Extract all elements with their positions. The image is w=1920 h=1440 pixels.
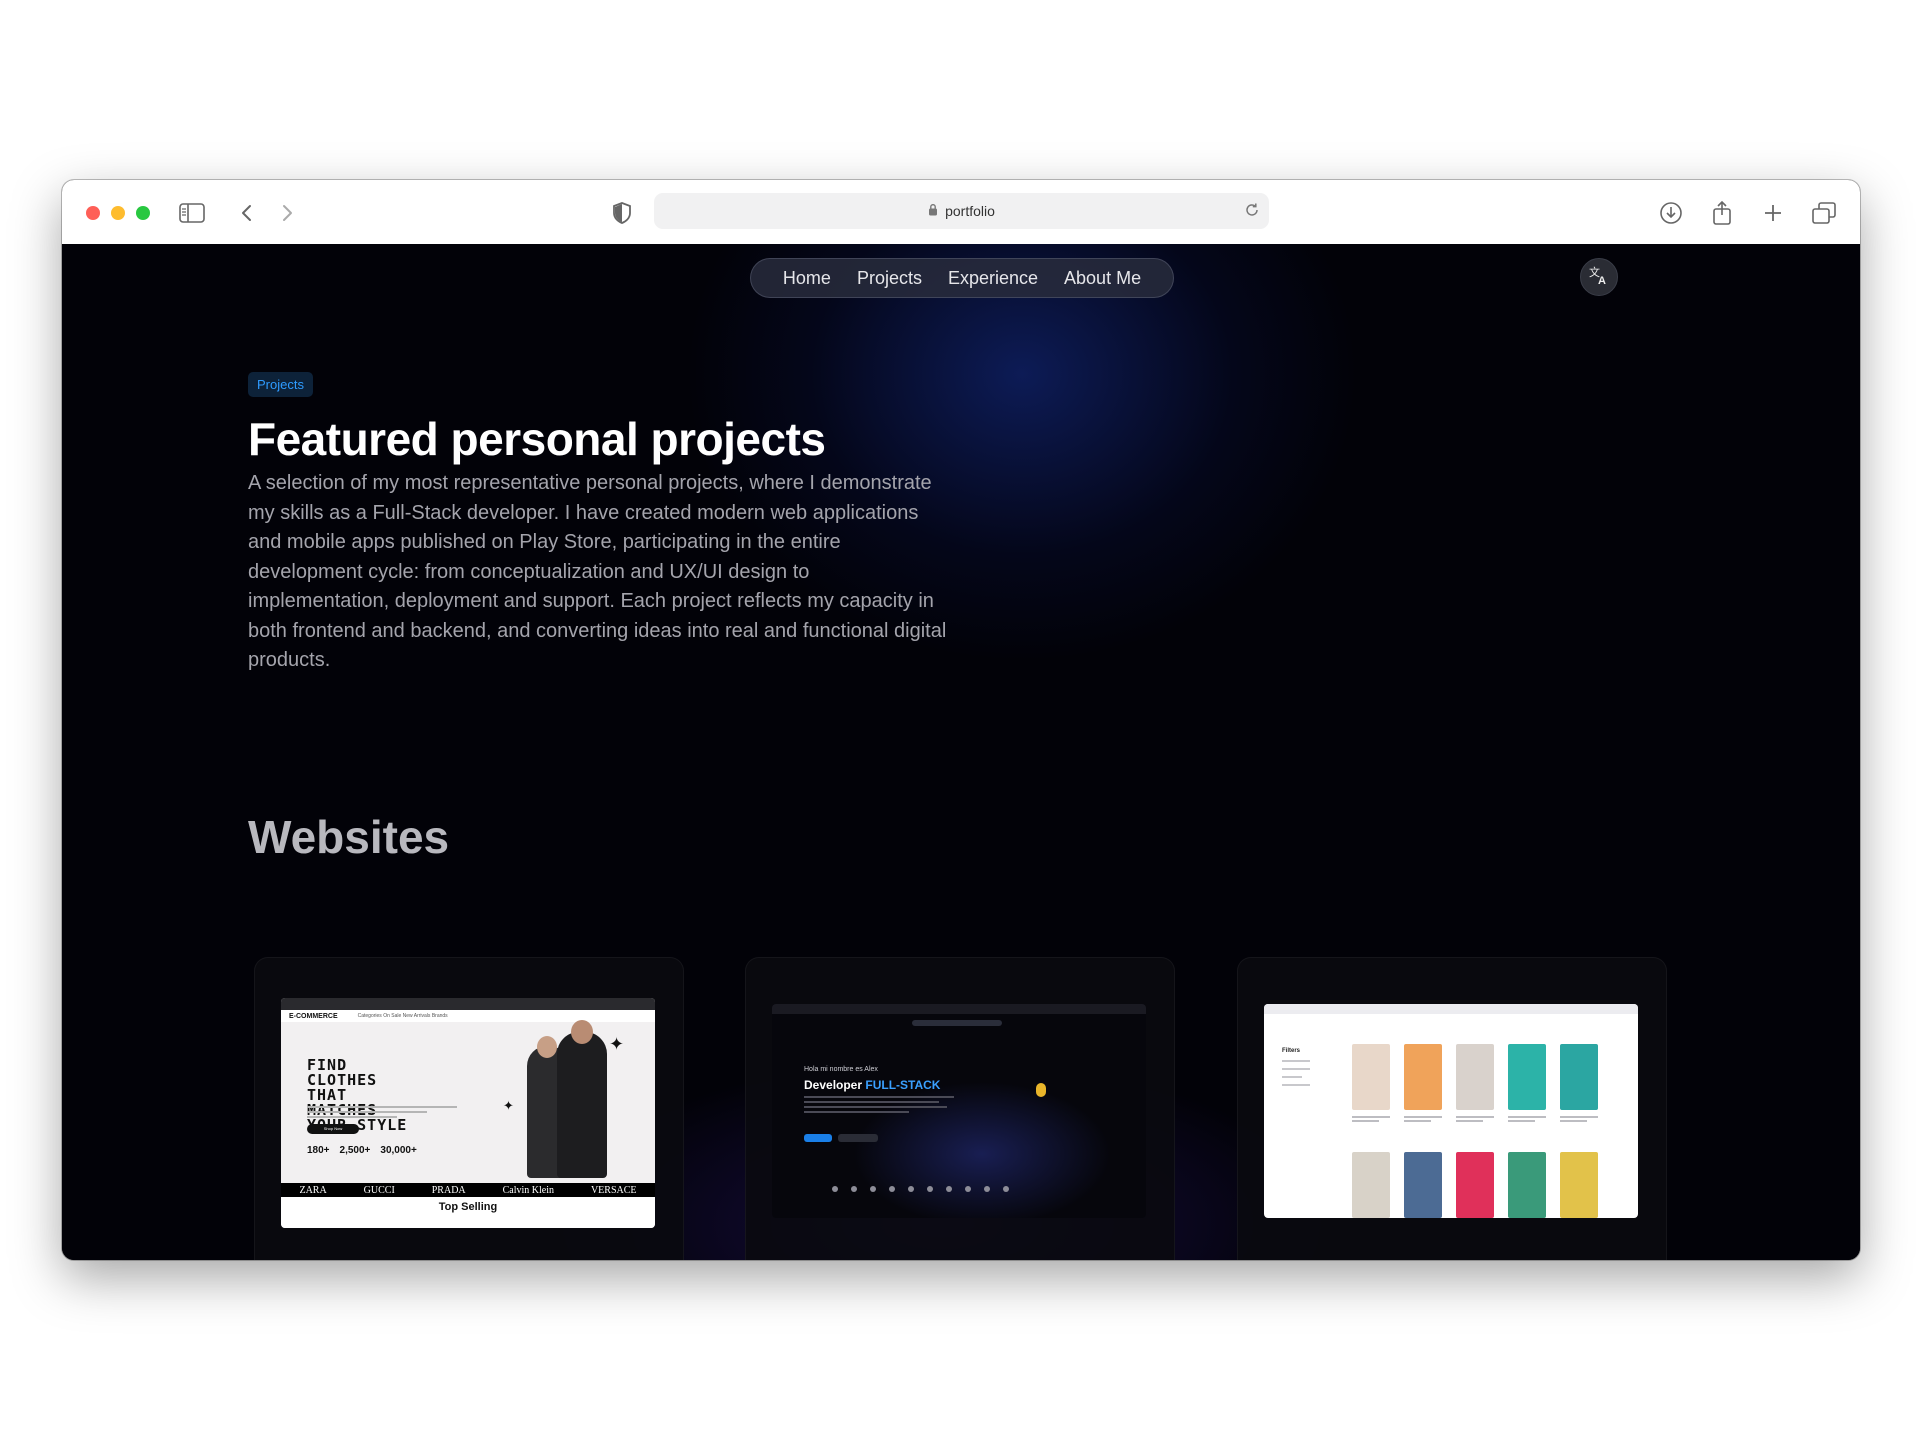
forward-icon[interactable] [272, 198, 302, 228]
brand-logo: VERSACE [590, 1184, 637, 1196]
lock-icon [928, 203, 938, 219]
browser-toolbar: portfolio [62, 180, 1860, 245]
stat-2: 2,500+ [339, 1145, 371, 1156]
stat-3: 30,000+ [380, 1145, 417, 1156]
address-text: portfolio [945, 203, 995, 219]
screenshot-greeting: Hola mi nombre es Alex [804, 1066, 878, 1073]
screenshot-role: Developer FULL-STACK [804, 1078, 941, 1092]
brand-logo: PRADA [431, 1184, 466, 1196]
book-caption [1560, 1116, 1598, 1124]
share-icon[interactable] [1707, 198, 1737, 228]
sidebar-icon[interactable] [177, 198, 207, 228]
project-screenshot: Hola mi nombre es Alex Developer FULL-ST… [772, 1004, 1146, 1218]
book-cover[interactable] [1508, 1044, 1546, 1110]
minimize-window-button[interactable] [111, 206, 125, 220]
screenshot-headline: FIND CLOTHES THAT MATCHES YOUR STYLE [307, 1056, 408, 1134]
project-card-ecommerce[interactable]: E-COMMERCE Categories On Sale New Arriva… [254, 957, 684, 1260]
sparkle-icon: ✦ [609, 1034, 625, 1054]
reload-icon[interactable] [1243, 201, 1261, 224]
book-cover[interactable] [1456, 1044, 1494, 1110]
book-cover[interactable] [1508, 1152, 1546, 1218]
book-cover[interactable] [1404, 1044, 1442, 1110]
nav-projects[interactable]: Projects [857, 268, 922, 289]
screenshot-filters: Filters [1282, 1048, 1301, 1054]
book-cover[interactable] [1560, 1044, 1598, 1110]
page-content: Home Projects Experience About Me 文A Pro… [62, 244, 1860, 1260]
main-nav: Home Projects Experience About Me [750, 258, 1174, 298]
nav-experience[interactable]: Experience [948, 268, 1038, 289]
nav-about-me[interactable]: About Me [1064, 268, 1141, 289]
project-card-portfolio[interactable]: Hola mi nombre es Alex Developer FULL-ST… [745, 957, 1175, 1260]
maximize-window-button[interactable] [136, 206, 150, 220]
book-caption [1352, 1116, 1390, 1124]
brand-logo: ZARA [299, 1184, 327, 1196]
project-screenshot: E-COMMERCE Categories On Sale New Arriva… [281, 998, 655, 1228]
translate-icon: 文A [1588, 264, 1610, 291]
sparkle-icon: ✦ [503, 1098, 514, 1113]
project-card-bookstore[interactable]: Filters [1237, 957, 1667, 1260]
nav-home[interactable]: Home [783, 268, 831, 289]
screenshot-section-title: Top Selling [281, 1197, 655, 1228]
screenshot-brand: E-COMMERCE [289, 1012, 338, 1020]
book-cover[interactable] [1404, 1152, 1442, 1218]
book-cover[interactable] [1352, 1044, 1390, 1110]
brand-logo: GUCCI [363, 1184, 395, 1196]
book-cover[interactable] [1352, 1152, 1390, 1218]
book-caption [1404, 1116, 1442, 1124]
svg-text:A: A [1598, 275, 1606, 286]
book-cover[interactable] [1560, 1152, 1598, 1218]
close-window-button[interactable] [86, 206, 100, 220]
section-badge: Projects [248, 372, 313, 397]
websites-heading: Websites [248, 811, 450, 863]
back-icon[interactable] [232, 198, 262, 228]
browser-window: portfolio Home Projects Experience About… [62, 180, 1860, 1260]
download-icon[interactable] [1656, 198, 1686, 228]
brand-logo: Calvin Klein [502, 1184, 554, 1196]
plus-icon[interactable] [1758, 198, 1788, 228]
page-description: A selection of my most representative pe… [248, 472, 947, 671]
tabs-icon[interactable] [1809, 198, 1839, 228]
screenshot-shop-button: Shop Now [307, 1124, 359, 1134]
stat-1: 180+ [307, 1145, 330, 1156]
screenshot-nav: Categories On Sale New Arrivals Brands [357, 1013, 448, 1019]
address-bar[interactable]: portfolio [654, 193, 1269, 229]
translate-button[interactable]: 文A [1580, 258, 1618, 296]
shield-icon[interactable] [607, 198, 637, 228]
book-caption [1456, 1116, 1494, 1124]
book-cover[interactable] [1456, 1152, 1494, 1218]
book-caption [1508, 1116, 1546, 1124]
page-title: Featured personal projects [248, 413, 826, 465]
project-screenshot: Filters [1264, 1004, 1638, 1218]
